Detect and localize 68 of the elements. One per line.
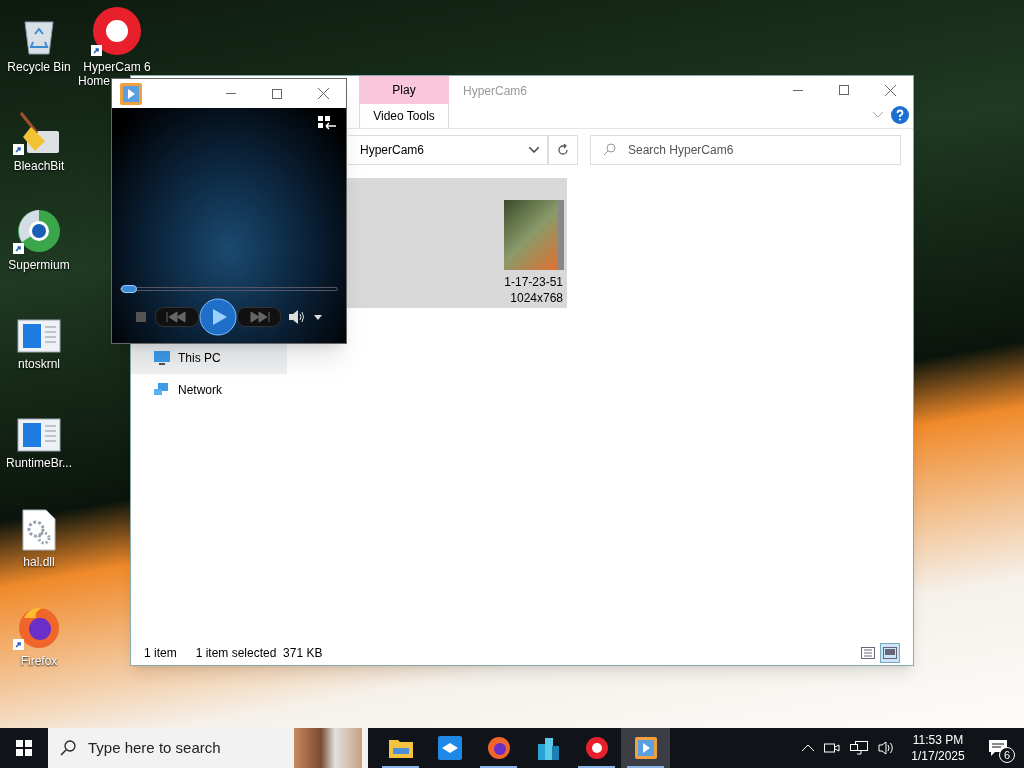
box-icon <box>437 736 462 760</box>
desktop-icon-label[interactable]: hal.dll <box>23 555 55 569</box>
document-window-icon <box>17 418 61 452</box>
address-bar[interactable]: HyperCam6 <box>348 134 548 165</box>
nav-item[interactable]: Network <box>131 374 287 406</box>
search-field[interactable]: Search HyperCam6 <box>590 134 901 165</box>
status-selection: 1 item selected 371 KB <box>195 645 323 662</box>
media-player-icon <box>634 737 657 759</box>
folder-icon <box>388 738 413 758</box>
thumbnail-view-icon[interactable] <box>880 643 900 663</box>
firefox-icon <box>486 736 511 760</box>
document-window-icon <box>17 319 61 353</box>
record-icon <box>92 6 142 56</box>
desktop-icon-label[interactable]: RuntimeBr... <box>6 456 72 470</box>
desktop-icon-label[interactable]: HyperCam 6 <box>83 60 151 74</box>
notifications-button[interactable]: 6 <box>980 728 1016 768</box>
browser-icon <box>16 208 62 254</box>
monitor-icon <box>154 351 170 365</box>
buildings-icon <box>535 736 560 760</box>
taskbar-search-box[interactable]: Type here to search <box>48 728 368 768</box>
seek-bar[interactable] <box>120 287 338 291</box>
desktop-icon-label[interactable]: Home <box>78 74 110 88</box>
chevron-up-icon[interactable] <box>802 744 814 752</box>
desktop-icon-label[interactable]: ntoskrnl <box>18 357 60 371</box>
nav-item[interactable]: This PC <box>131 342 287 374</box>
search-highlight-picture <box>294 728 362 768</box>
running-indicator <box>480 766 517 768</box>
window-title: HyperCam6 <box>463 83 528 100</box>
network-icon[interactable] <box>850 741 868 755</box>
running-indicator <box>578 766 615 768</box>
ribbon-tab[interactable]: Video Tools <box>359 104 449 128</box>
clock[interactable]: 11:53 PM 1/17/2025 <box>906 732 970 764</box>
notification-count: 6 <box>999 747 1015 763</box>
dropdown-caret-icon[interactable] <box>313 314 322 320</box>
search-input[interactable]: Search HyperCam6 <box>628 140 888 159</box>
record-icon <box>584 736 609 760</box>
file-item[interactable]: 1-17-23-51 1024x768 <box>345 178 567 308</box>
volume-icon[interactable] <box>878 741 896 755</box>
file-name: 1024x768 <box>509 290 563 306</box>
status-item-count: 1 item <box>144 645 177 662</box>
clock-time: 11:53 PM <box>912 732 964 748</box>
help-icon[interactable] <box>891 106 909 124</box>
running-indicator <box>382 766 419 768</box>
chevron-down-icon[interactable] <box>529 146 539 153</box>
search-input[interactable]: Type here to search <box>88 736 288 760</box>
network-icon <box>154 383 170 397</box>
desktop-icon-label[interactable]: Recycle Bin <box>7 60 71 74</box>
volume-icon[interactable] <box>289 310 306 324</box>
address-text: HyperCam6 <box>360 141 426 159</box>
ribbon-context-tab[interactable]: Play <box>359 76 449 104</box>
video-thumbnail <box>504 200 564 270</box>
nav-item-label: This PC <box>178 350 221 367</box>
gear-file-icon <box>22 509 56 551</box>
nav-item-label: Network <box>178 382 222 399</box>
play-icon[interactable] <box>198 298 237 336</box>
switch-to-library-icon[interactable] <box>318 116 336 132</box>
file-name: 1-17-23-51 <box>503 274 563 290</box>
desktop-icon-label[interactable]: BleachBit <box>13 159 65 173</box>
running-indicator <box>627 766 664 768</box>
camera-icon[interactable] <box>824 741 840 755</box>
refresh-icon[interactable] <box>557 143 569 156</box>
search-icon <box>60 740 76 756</box>
media-player-icon <box>120 82 142 105</box>
desktop-icon-label[interactable]: Supermium <box>8 258 70 272</box>
windows-logo-icon <box>16 740 32 756</box>
broom-icon <box>17 111 61 155</box>
clock-date: 1/17/2025 <box>911 748 965 764</box>
search-icon <box>603 143 616 156</box>
